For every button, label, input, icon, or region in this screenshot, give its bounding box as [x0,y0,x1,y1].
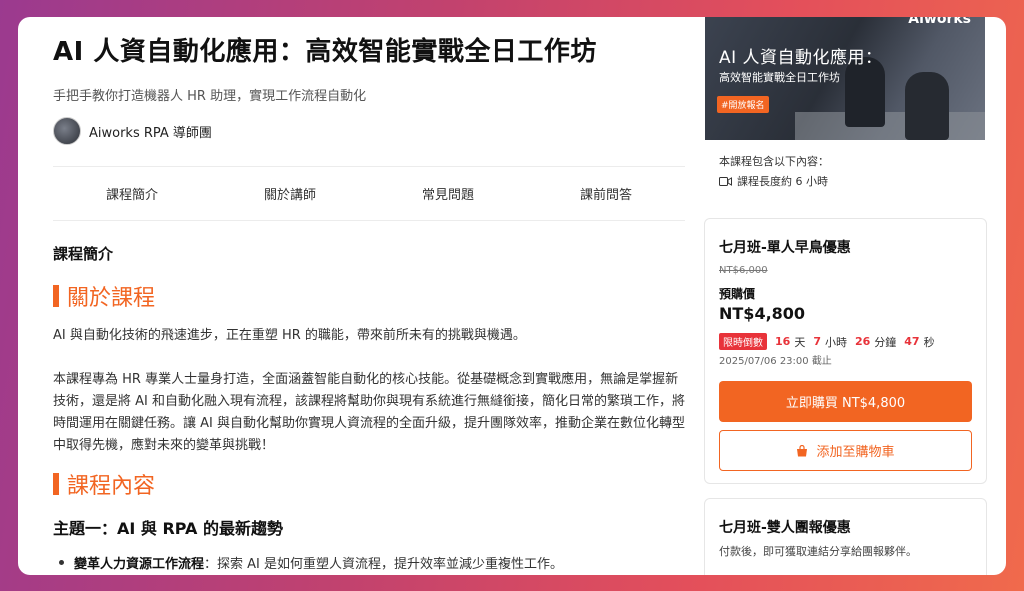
countdown-seconds-unit: 秒 [923,335,935,349]
duration-row: 課程長度約 6 小時 [719,173,828,189]
tab-faq[interactable]: 常見問題 [369,167,527,220]
buy-now-button[interactable]: 立即購買 NT$4,800 [719,381,972,422]
section-label: 課程簡介 [53,245,114,263]
includes-label: 本課程包含以下內容： [719,155,829,168]
presale-price: NT$4,800 [719,304,806,323]
shopping-bag-icon [797,444,808,456]
heading-bar [53,473,59,495]
countdown-hours: 7 [813,335,821,348]
course-subtitle: 手把手教你打造機器人 HR 助理，實現工作流程自動化 [53,89,367,104]
bullet-text: ：探索 AI 是如何重塑人資流程，提升效率並減少重複性工作。 [204,557,564,572]
author-name[interactable]: Aiworks RPA 導師團 [89,122,212,141]
offer-card-early-bird: 七月班-單人早鳥優惠 NT$6,000 預購價 NT$4,800 限時倒數 16… [704,218,987,484]
countdown-days: 16 [775,335,791,348]
original-price: NT$6,000 [719,265,768,276]
avatar [53,117,81,145]
promo-tag: #開放報名 [717,96,769,113]
paragraph-description: 本課程專為 HR 專業人士量身打造，全面涵蓋智能自動化的核心技能。從基礎概念到實… [53,372,685,453]
heading-bar [53,285,59,307]
tab-instructor[interactable]: 關於講師 [211,167,369,220]
countdown-hours-unit: 小時 [824,335,847,349]
offer-title: 七月班-雙人團報優惠 [719,520,851,536]
main-content: AI 人資自動化應用：高效智能實戰全日工作坊 手把手教你打造機器人 HR 助理，… [53,17,685,575]
heading-content: 課程內容 [53,468,155,500]
bullet-bold: 變革人力資源工作流程 [74,557,205,572]
countdown-seconds: 47 [904,335,920,348]
tab-intro[interactable]: 課程簡介 [53,167,211,220]
browser-window: AI 人資自動化應用：高效智能實戰全日工作坊 手把手教你打造機器人 HR 助理，… [18,17,1006,575]
offer-card-group: 七月班-雙人團報優惠 付款後，即可獲取連結分享給團報夥伴。 [704,498,987,575]
presale-label: 預購價 [719,287,756,301]
countdown: 限時倒數 16 天 7 小時 26 分鐘 47 秒 [719,333,943,350]
bullet-dot [59,560,64,565]
duration-text: 課程長度約 6 小時 [737,175,828,188]
course-promo-image: Aiworks AI 人資自動化應用： 高效智能實戰全日工作坊 #開放報名 [705,17,985,140]
author[interactable]: Aiworks RPA 導師團 [53,117,212,145]
add-to-cart-label: 添加至購物車 [816,445,895,460]
promo-subtitle: 高效智能實戰全日工作坊 [719,71,840,84]
countdown-days-unit: 天 [794,335,806,349]
promo-bg-desk [795,112,985,140]
video-icon [719,176,732,186]
promo-bg-person [905,72,949,140]
topic-heading: 主題一：AI 與 RPA 的最新趨勢 [53,519,284,538]
add-to-cart-button[interactable]: 添加至購物車 [719,430,972,471]
deadline: 2025/07/06 23:00 截止 [719,356,832,367]
offer-title: 七月班-單人早鳥優惠 [719,240,851,256]
course-tabs: 課程簡介 關於講師 常見問題 課前問答 [53,166,685,221]
paragraph-intro: AI 與自動化技術的飛速進步，正在重塑 HR 的職能，帶來前所未有的挑戰與機遇。 [53,328,526,343]
course-title: AI 人資自動化應用：高效智能實戰全日工作坊 [53,37,597,67]
heading-content-text: 課程內容 [67,474,156,499]
promo-brand-logo: Aiworks [908,17,971,27]
countdown-minutes-unit: 分鐘 [874,335,897,349]
countdown-minutes: 26 [854,335,871,348]
countdown-badge: 限時倒數 [719,333,767,350]
list-item: 變革人力資源工作流程 ：探索 AI 是如何重塑人資流程，提升效率並減少重複性工作… [59,553,563,572]
tab-qa[interactable]: 課前問答 [527,167,685,220]
promo-title: AI 人資自動化應用： [719,48,883,68]
heading-about-text: 關於課程 [67,286,156,311]
offer-description: 付款後，即可獲取連結分享給團報夥伴。 [719,545,917,558]
heading-about: 關於課程 [53,280,155,312]
